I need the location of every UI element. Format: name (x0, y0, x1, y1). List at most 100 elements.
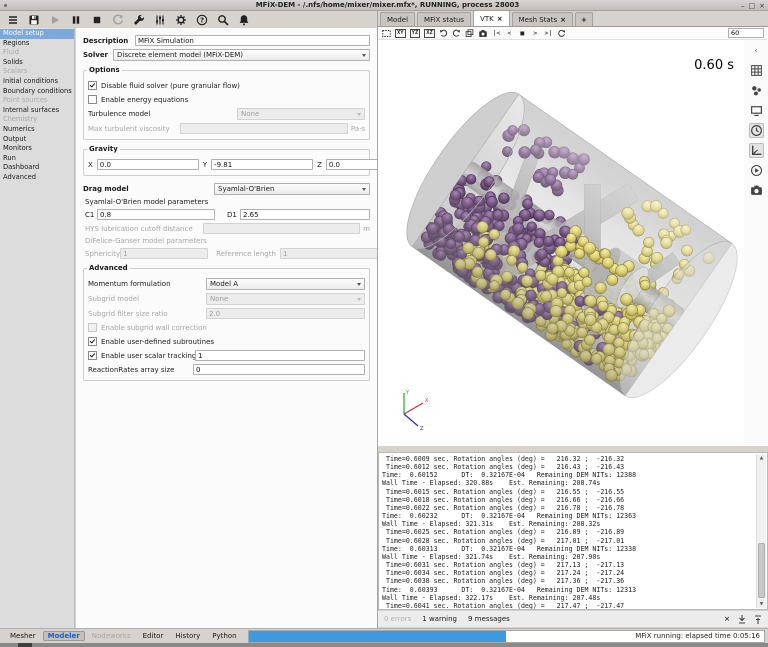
bell-icon[interactable] (237, 13, 250, 26)
grid-icon[interactable] (749, 63, 764, 78)
sidebar-item-boundary-conditions[interactable]: Boundary conditions (0, 87, 74, 97)
minimize-button[interactable]: – (741, 2, 745, 10)
view-xz-icon[interactable]: XZ (424, 28, 435, 38)
mode-tab-python[interactable]: Python (207, 632, 241, 640)
reload-icon[interactable] (557, 28, 566, 38)
gravity-group: Gravity X Y Z m/s² (83, 149, 370, 176)
scalar-count-input[interactable] (195, 350, 365, 361)
scroll-to-bottom-icon[interactable] (738, 615, 746, 624)
sidebar-item-monitors[interactable]: Monitors (0, 144, 74, 154)
console-line: Time: 0.60393 DT: 0.32167E-04 Remaining … (382, 586, 755, 594)
play-icon[interactable] (48, 13, 61, 26)
stop-playback-icon[interactable]: ■ (518, 28, 527, 38)
sidebar-item-advanced[interactable]: Advanced (0, 173, 74, 183)
last-frame-icon[interactable]: >| (544, 28, 553, 38)
reset-icon[interactable] (111, 13, 124, 26)
vtk-viewport[interactable]: YXZ 0.60 s (378, 40, 744, 446)
stop-icon[interactable] (90, 13, 103, 26)
close-button[interactable]: × (759, 2, 765, 10)
rotate-left-icon[interactable] (439, 28, 448, 38)
sidebar-item-point-sources: Point sources (0, 96, 74, 106)
console-line: Wall Time - Elapsed: 320.88s Est. Remain… (382, 479, 755, 487)
menu-icon[interactable] (6, 13, 19, 26)
next-frame-icon[interactable]: > (531, 28, 540, 38)
sidebar-item-solids[interactable]: Solids (0, 58, 74, 68)
sidebar-item-internal-surfaces[interactable]: Internal surfaces (0, 106, 74, 116)
energy-equations-checkbox[interactable] (88, 95, 97, 104)
scroll-down-icon[interactable]: ▼ (757, 600, 766, 608)
particles-icon[interactable] (749, 83, 764, 98)
save-icon[interactable] (27, 13, 40, 26)
c1-input[interactable] (97, 209, 215, 220)
right-tab-bar: ModelMFiX statusVTK×Mesh Stats×+ (378, 11, 768, 27)
hys-unit: m (363, 225, 370, 233)
collapse-icon[interactable]: ‹ (749, 43, 764, 58)
description-label: Description (83, 37, 135, 45)
d1-input[interactable] (240, 209, 370, 220)
scrollbar-thumb[interactable] (758, 543, 765, 597)
search-icon[interactable] (216, 13, 229, 26)
z-axis-label: Z (420, 426, 424, 432)
scroll-up-icon[interactable]: ▲ (757, 454, 766, 462)
playback-speed-input[interactable] (728, 28, 764, 38)
pause-icon[interactable] (69, 13, 82, 26)
wrench-icon[interactable] (132, 13, 145, 26)
tab-mfix-status[interactable]: MFiX status (417, 12, 471, 26)
close-tab-icon[interactable]: × (497, 15, 503, 23)
sliders-icon[interactable] (153, 13, 166, 26)
mode-tab-editor[interactable]: Editor (138, 632, 169, 640)
sidebar-item-initial-conditions[interactable]: Initial conditions (0, 77, 74, 87)
description-input[interactable] (135, 35, 370, 46)
solver-select[interactable]: Discrete element model (MFiX-DEM) (113, 49, 370, 61)
gravity-y-input[interactable] (211, 159, 313, 170)
udf-checkbox[interactable] (88, 337, 97, 346)
snapshot-icon[interactable] (478, 28, 488, 38)
fit-view-icon[interactable] (382, 28, 391, 38)
title-bar: MFiX-DEM - /.nfs/home/mixer/mixer.mfx*, … (0, 0, 768, 11)
mode-tab-modeler[interactable]: Modeler (43, 631, 85, 641)
tab-vtk[interactable]: VTK× (473, 10, 510, 26)
sidebar-item-numerics[interactable]: Numerics (0, 125, 74, 135)
console-output[interactable]: Time=0.6009 sec. Rotation angles (deg) =… (378, 452, 768, 610)
sidebar-item-dashboard[interactable]: Dashboard (0, 163, 74, 173)
gravity-z-input[interactable] (326, 159, 377, 170)
clear-console-icon[interactable]: × (724, 615, 730, 623)
rotate-right-icon[interactable] (452, 28, 461, 38)
new-tab-button[interactable]: + (575, 12, 593, 26)
view-yz-icon[interactable]: YZ (410, 28, 421, 38)
gear-icon[interactable] (174, 13, 187, 26)
sidebar-item-output[interactable]: Output (0, 135, 74, 145)
first-frame-icon[interactable]: |< (492, 28, 501, 38)
close-tab-icon[interactable]: × (560, 16, 566, 24)
clock-icon[interactable] (749, 123, 764, 138)
scalar-tracking-checkbox[interactable] (88, 351, 97, 360)
sidebar-item-run[interactable]: Run (0, 154, 74, 164)
help-icon[interactable]: ? (195, 13, 208, 26)
gravity-x-input[interactable] (97, 159, 199, 170)
maximize-button[interactable]: □ (749, 2, 756, 10)
disable-fluid-checkbox[interactable] (88, 81, 97, 90)
reaction-rates-input[interactable] (193, 364, 365, 375)
errors-count[interactable]: 0 errors (384, 615, 411, 623)
sidebar-item-regions[interactable]: Regions (0, 39, 74, 49)
drag-model-select[interactable]: Syamlal-O'Brien (214, 183, 370, 195)
camera-icon[interactable] (749, 183, 764, 198)
warnings-count[interactable]: 1 warning (422, 615, 457, 623)
momentum-select[interactable]: Model A (206, 278, 365, 290)
play-circle-icon[interactable] (749, 163, 764, 178)
view-xy-icon[interactable]: XY (395, 28, 406, 38)
scroll-to-top-icon[interactable] (754, 615, 762, 624)
tab-model[interactable]: Model (380, 12, 415, 26)
mode-tab-mesher[interactable]: Mesher (5, 632, 41, 640)
console-scrollbar[interactable]: ▲ ▼ (756, 454, 766, 608)
mode-tab-history[interactable]: History (170, 632, 205, 640)
messages-count[interactable]: 9 messages (468, 615, 510, 623)
advanced-title: Advanced (87, 264, 130, 272)
sidebar-item-model-setup[interactable]: Model setup (0, 29, 74, 39)
prev-frame-icon[interactable]: < (505, 28, 514, 38)
tab-mesh-stats[interactable]: Mesh Stats× (512, 12, 573, 26)
perspective-icon[interactable] (465, 28, 474, 38)
display-icon[interactable] (749, 103, 764, 118)
console-line: Time=0.6018 sec. Rotation angles (deg) =… (382, 496, 755, 504)
axes-icon[interactable] (749, 143, 764, 158)
